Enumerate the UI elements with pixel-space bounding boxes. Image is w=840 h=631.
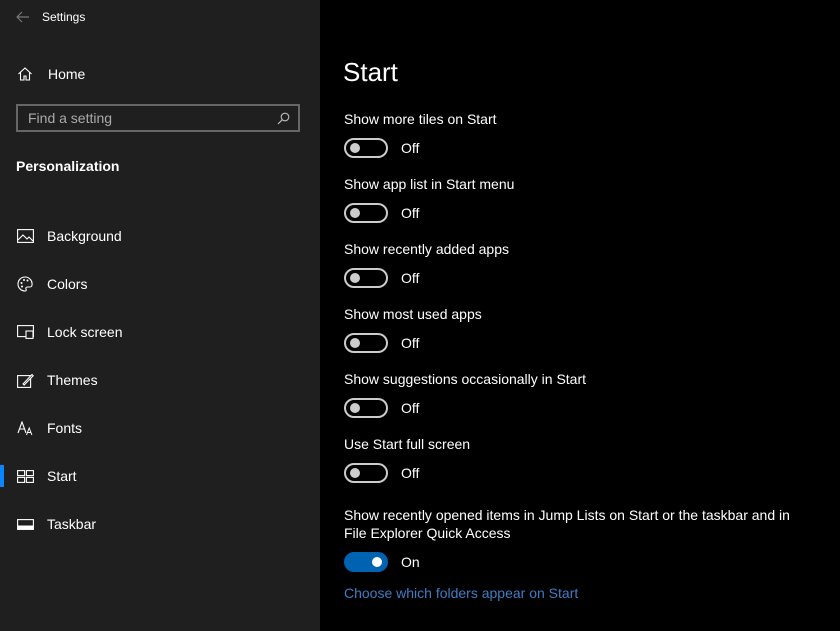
- search-input[interactable]: [18, 110, 272, 126]
- back-arrow-icon: [16, 11, 29, 23]
- setting-most-used: Show most used apps Off: [344, 305, 814, 370]
- toggle-row: On: [344, 552, 814, 572]
- toggle-row: Off: [344, 203, 814, 223]
- setting-label: Show recently added apps: [344, 241, 509, 257]
- setting-more-tiles: Show more tiles on Start Off: [344, 110, 814, 175]
- toggle-row: Off: [344, 268, 814, 288]
- toggle-state: Off: [401, 270, 420, 286]
- nav-list: Background Colors Lock screen Themes Fon…: [0, 212, 320, 548]
- home-label: Home: [48, 66, 86, 82]
- palette-icon: [16, 275, 34, 293]
- jump-lists-toggle[interactable]: [344, 552, 388, 572]
- section-heading: Personalization: [16, 158, 120, 174]
- search-box[interactable]: [16, 104, 300, 132]
- toggle-state: Off: [401, 205, 420, 221]
- setting-label: Show suggestions occasionally in Start: [344, 371, 587, 387]
- setting-label: Show most used apps: [344, 306, 482, 322]
- app-title: Settings: [42, 10, 86, 24]
- settings-window: Settings Home Personalization Background: [0, 0, 840, 631]
- setting-app-list: Show app list in Start menu Off: [344, 175, 814, 240]
- toggle-knob: [350, 468, 360, 478]
- page-title: Start: [343, 57, 398, 87]
- toggle-row: Off: [344, 138, 814, 158]
- recently-added-toggle[interactable]: [344, 268, 388, 288]
- lock-screen-icon: [16, 323, 34, 341]
- sidebar-item-lock-screen[interactable]: Lock screen: [0, 308, 320, 356]
- title-bar: Settings: [0, 0, 320, 34]
- home-nav-item[interactable]: Home: [0, 60, 320, 88]
- app-list-toggle[interactable]: [344, 203, 388, 223]
- taskbar-icon: [16, 515, 34, 533]
- fonts-icon: [16, 419, 34, 437]
- settings-list: Show more tiles on Start Off Show app li…: [344, 110, 814, 572]
- toggle-state: Off: [401, 400, 420, 416]
- toggle-row: Off: [344, 333, 814, 353]
- start-icon: [16, 467, 34, 485]
- setting-label: Use Start full screen: [344, 436, 471, 452]
- themes-icon: [16, 371, 34, 389]
- sidebar-item-taskbar[interactable]: Taskbar: [0, 500, 320, 548]
- choose-folders-link[interactable]: Choose which folders appear on Start: [344, 585, 578, 601]
- sidebar-item-start[interactable]: Start: [0, 452, 320, 500]
- home-icon: [16, 65, 34, 83]
- toggle-knob: [350, 403, 360, 413]
- sidebar-item-label: Themes: [47, 372, 98, 388]
- toggle-row: Off: [344, 463, 814, 483]
- sidebar-item-themes[interactable]: Themes: [0, 356, 320, 404]
- toggle-knob: [372, 557, 382, 567]
- toggle-knob: [350, 208, 360, 218]
- search-icon[interactable]: [272, 107, 294, 129]
- toggle-row: Off: [344, 398, 814, 418]
- toggle-state: On: [401, 554, 420, 570]
- setting-jump-lists: Show recently opened items in Jump Lists…: [344, 506, 814, 572]
- back-button[interactable]: [0, 0, 46, 34]
- setting-label: Show app list in Start menu: [344, 176, 515, 192]
- sidebar-item-label: Taskbar: [47, 516, 97, 532]
- toggle-knob: [350, 273, 360, 283]
- sidebar-item-background[interactable]: Background: [0, 212, 320, 260]
- sidebar-item-label: Lock screen: [47, 324, 123, 340]
- toggle-knob: [350, 338, 360, 348]
- sidebar-item-fonts[interactable]: Fonts: [0, 404, 320, 452]
- more-tiles-toggle[interactable]: [344, 138, 388, 158]
- toggle-state: Off: [401, 465, 420, 481]
- sidebar-item-label: Fonts: [47, 420, 83, 436]
- toggle-state: Off: [401, 335, 420, 351]
- sidebar-item-label: Colors: [47, 276, 88, 292]
- most-used-toggle[interactable]: [344, 333, 388, 353]
- full-screen-toggle[interactable]: [344, 463, 388, 483]
- sidebar-item-label: Background: [47, 228, 122, 244]
- sidebar-item-colors[interactable]: Colors: [0, 260, 320, 308]
- setting-full-screen: Use Start full screen Off: [344, 435, 814, 500]
- setting-recently-added: Show recently added apps Off: [344, 240, 814, 305]
- sidebar: Settings Home Personalization Background: [0, 0, 320, 631]
- toggle-state: Off: [401, 140, 420, 156]
- setting-label: Show recently opened items in Jump Lists…: [344, 507, 790, 541]
- toggle-knob: [350, 143, 360, 153]
- suggestions-toggle[interactable]: [344, 398, 388, 418]
- image-icon: [16, 227, 34, 245]
- main-content: Start Show more tiles on Start Off Show …: [320, 0, 840, 631]
- setting-label: Show more tiles on Start: [344, 111, 497, 127]
- sidebar-item-label: Start: [47, 468, 77, 484]
- setting-suggestions: Show suggestions occasionally in Start O…: [344, 370, 814, 435]
